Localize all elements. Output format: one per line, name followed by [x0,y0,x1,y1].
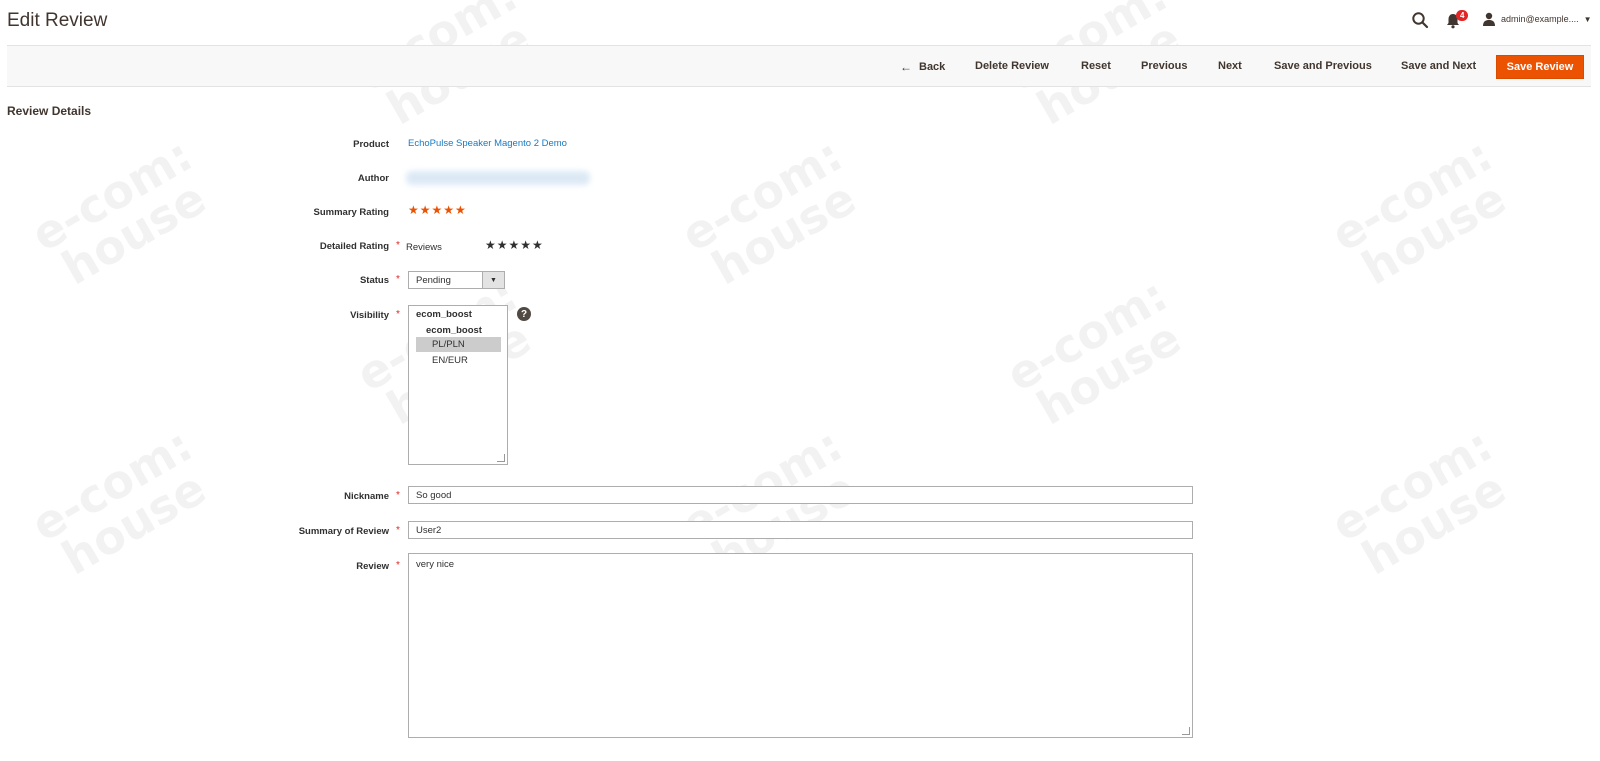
chevron-down-icon: ▼ [482,272,504,288]
author-value-redacted [406,171,590,185]
detailed-rating-name: Reviews [406,242,442,253]
save-and-previous-button[interactable]: Save and Previous [1274,60,1372,72]
help-icon[interactable]: ? [517,307,531,321]
review-label: Review [356,561,389,572]
nickname-label: Nickname [344,491,389,502]
visibility-group: ecom_boost [416,309,472,320]
visibility-option-en-eur[interactable]: EN/EUR [416,353,501,368]
status-select[interactable]: Pending ▼ [408,271,505,289]
user-menu[interactable]: admin@example.... ▼ [1482,12,1592,26]
section-title: Review Details [7,104,92,118]
author-label: Author [357,173,389,184]
required-marker: * [396,240,400,251]
save-review-button[interactable]: Save Review [1496,55,1584,79]
nickname-input[interactable] [408,486,1193,504]
reset-button[interactable]: Reset [1081,60,1111,72]
visibility-label: Visibility [350,310,389,321]
previous-button[interactable]: Previous [1141,60,1187,72]
resize-handle[interactable] [497,454,505,462]
page-actions-toolbar: ← Back Delete Review Reset Previous Next… [7,45,1591,87]
summary-of-review-input[interactable] [408,521,1193,539]
summary-rating-stars: ★★★★★ [408,203,467,217]
notification-count-badge: 4 [1456,10,1469,21]
review-text: very nice [416,559,455,570]
arrow-left-icon: ← [900,60,912,74]
resize-handle[interactable] [1182,727,1190,735]
detailed-rating-stars[interactable]: ★★★★★ [485,238,544,252]
search-icon[interactable] [1411,11,1429,29]
product-link[interactable]: EchoPulse Speaker Magento 2 Demo [408,138,567,149]
review-textarea[interactable]: very nice [408,553,1193,738]
summary-rating-label: Summary Rating [313,207,390,218]
notifications-button[interactable]: 4 [1446,10,1470,31]
detailed-rating-label: Detailed Rating [319,241,389,252]
next-button[interactable]: Next [1218,60,1242,72]
required-marker: * [396,274,400,285]
status-label: Status [359,275,389,286]
status-value: Pending [416,274,451,286]
page-title: Edit Review [7,10,108,31]
back-label: Back [919,61,946,73]
required-marker: * [396,560,400,571]
back-button[interactable]: ← Back [900,60,945,74]
visibility-option-pl-pln[interactable]: PL/PLN [416,337,501,352]
required-marker: * [396,309,400,320]
required-marker: * [396,525,400,536]
delete-review-button[interactable]: Delete Review [975,60,1049,72]
summary-of-review-label: Summary of Review [298,526,389,537]
page-header: Edit Review 4 admin@example.... ▼ [0,0,1600,44]
save-and-next-button[interactable]: Save and Next [1401,60,1476,72]
page: Edit Review 4 admin@example.... ▼ ← Back [0,0,1600,761]
chevron-down-icon: ▼ [1583,14,1592,24]
required-marker: * [396,490,400,501]
visibility-multiselect[interactable]: ecom_boost ecom_boost PL/PLN EN/EUR [408,305,508,465]
product-label: Product [353,139,389,150]
user-name: admin@example.... [1501,14,1579,24]
user-icon [1483,12,1495,26]
visibility-subgroup: ecom_boost [426,325,482,336]
